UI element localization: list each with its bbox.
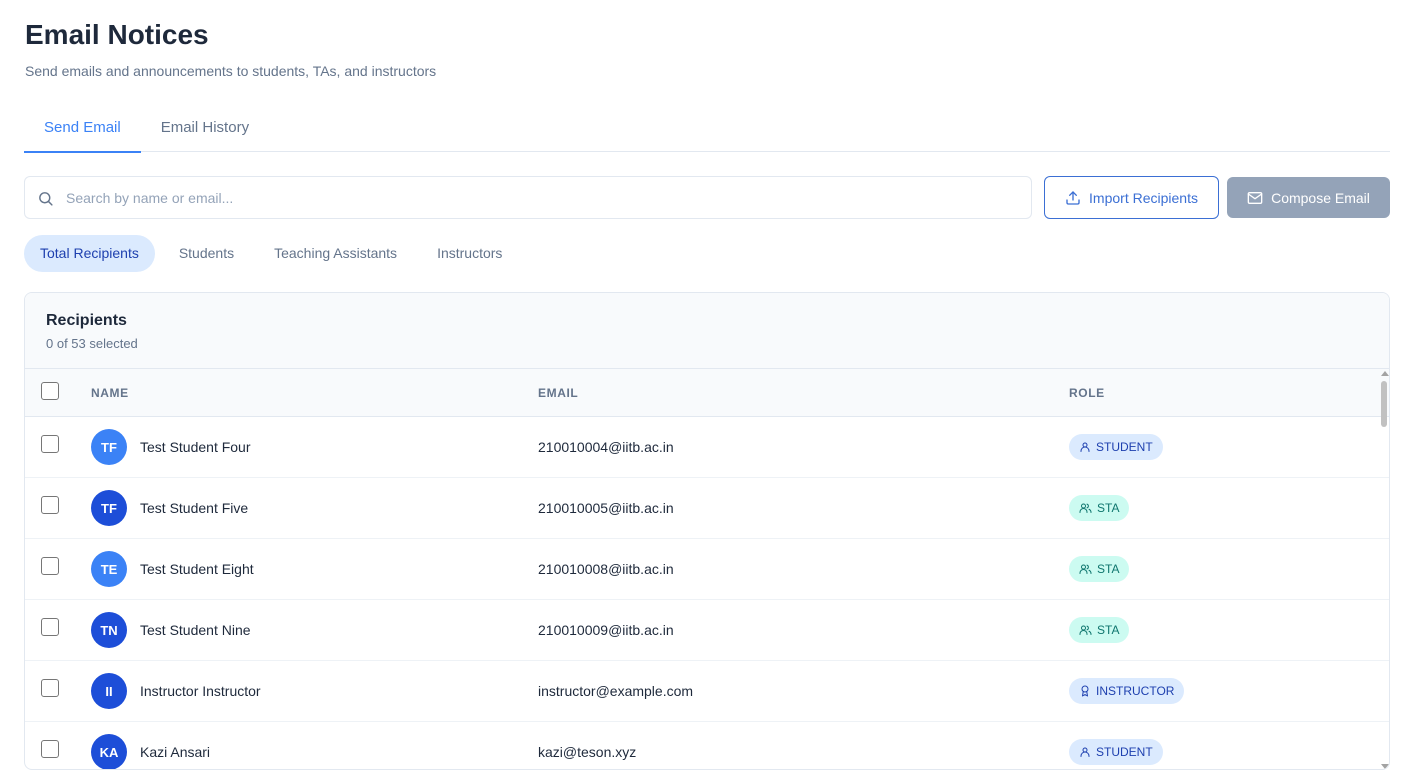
role-label: STUDENT (1096, 745, 1153, 759)
filter-students[interactable]: Students (163, 235, 250, 272)
role-badge: STA (1069, 495, 1130, 521)
recipient-name: Test Student Four (140, 439, 251, 455)
recipient-name: Test Student Eight (140, 561, 254, 577)
recipients-header: Recipients 0 of 53 selected (25, 293, 1389, 369)
recipient-email: instructor@example.com (538, 683, 694, 699)
table-body: TF Test Student Four 210010004@iitb.ac.i… (25, 417, 1389, 769)
column-name-header: NAME (91, 386, 129, 400)
row-checkbox[interactable] (41, 679, 59, 697)
users-icon (1079, 625, 1092, 635)
avatar: TN (91, 612, 127, 648)
filter-instructors[interactable]: Instructors (421, 235, 518, 272)
upload-icon (1066, 190, 1080, 205)
role-badge: STUDENT (1069, 739, 1163, 765)
row-checkbox[interactable] (41, 618, 59, 636)
role-label: INSTRUCTOR (1096, 684, 1175, 698)
scroll-up-arrow[interactable] (1381, 371, 1389, 376)
column-email-header: EMAIL (538, 386, 579, 400)
row-checkbox[interactable] (41, 496, 59, 514)
table-row[interactable]: TF Test Student Five 210010005@iitb.ac.i… (25, 478, 1389, 539)
recipient-email: 210010004@iitb.ac.in (538, 439, 674, 455)
table-row[interactable]: TF Test Student Four 210010004@iitb.ac.i… (25, 417, 1389, 478)
scroll-thumb[interactable] (1381, 381, 1387, 427)
recipient-name: Test Student Nine (140, 622, 251, 638)
role-filters: Total Recipients Students Teaching Assis… (24, 235, 526, 272)
filter-teaching-assistants[interactable]: Teaching Assistants (258, 235, 413, 272)
select-all-checkbox[interactable] (41, 382, 59, 400)
table-row[interactable]: KA Kazi Ansari kazi@teson.xyz STUDENT (25, 722, 1389, 769)
user-icon (1080, 747, 1090, 757)
filter-total-recipients[interactable]: Total Recipients (24, 235, 155, 272)
recipient-name: Test Student Five (140, 500, 249, 516)
users-icon (1079, 503, 1092, 513)
row-checkbox[interactable] (41, 435, 59, 453)
table-row[interactable]: TE Test Student Eight 210010008@iitb.ac.… (25, 539, 1389, 600)
recipient-email: 210010009@iitb.ac.in (538, 622, 674, 638)
role-label: STA (1097, 501, 1120, 515)
mail-icon (1247, 191, 1263, 204)
table-scrollbar[interactable] (1380, 369, 1389, 769)
selected-count: 0 of 53 selected (46, 336, 138, 351)
row-checkbox[interactable] (41, 740, 59, 758)
recipients-card: Recipients 0 of 53 selected NAME EMAIL R… (24, 292, 1390, 770)
users-icon (1079, 564, 1092, 574)
recipient-name: Kazi Ansari (140, 744, 211, 760)
scroll-down-arrow[interactable] (1381, 764, 1389, 769)
table-header: NAME EMAIL ROLE (25, 369, 1389, 417)
recipient-name: Instructor Instructor (140, 683, 261, 699)
role-badge: STA (1069, 556, 1130, 582)
avatar: TF (91, 490, 127, 526)
tab-email-history[interactable]: Email History (141, 104, 269, 152)
avatar: TF (91, 429, 127, 465)
recipient-email: 210010005@iitb.ac.in (538, 500, 674, 516)
import-recipients-label: Import Recipients (1089, 189, 1198, 206)
row-checkbox[interactable] (41, 557, 59, 575)
role-label: STA (1097, 623, 1120, 637)
recipient-email: 210010008@iitb.ac.in (538, 561, 674, 577)
search-icon (39, 192, 53, 206)
tab-send-email[interactable]: Send Email (24, 104, 141, 153)
recipient-email: kazi@teson.xyz (538, 744, 637, 760)
search-box (24, 176, 1032, 219)
compose-email-label: Compose Email (1271, 189, 1370, 206)
avatar: II (91, 673, 127, 709)
compose-email-button[interactable]: Compose Email (1227, 177, 1390, 218)
avatar: KA (91, 734, 127, 769)
role-badge: STUDENT (1069, 434, 1163, 460)
table-row[interactable]: II Instructor Instructor instructor@exam… (25, 661, 1389, 722)
role-badge: INSTRUCTOR (1069, 678, 1185, 704)
page-title: Email Notices (25, 19, 209, 50)
import-recipients-button[interactable]: Import Recipients (1044, 176, 1219, 219)
role-badge: STA (1069, 617, 1130, 643)
search-input[interactable] (25, 177, 1031, 218)
role-label: STUDENT (1096, 440, 1153, 454)
recipients-title: Recipients (46, 312, 127, 329)
table-row[interactable]: TN Test Student Nine 210010009@iitb.ac.i… (25, 600, 1389, 661)
page-subtitle: Send emails and announcements to student… (25, 63, 437, 79)
avatar: TE (91, 551, 127, 587)
user-icon (1080, 442, 1090, 452)
role-label: STA (1097, 562, 1120, 576)
column-role-header: ROLE (1069, 386, 1105, 400)
tab-bar: Send Email Email History (24, 104, 1390, 153)
award-icon (1081, 685, 1089, 697)
